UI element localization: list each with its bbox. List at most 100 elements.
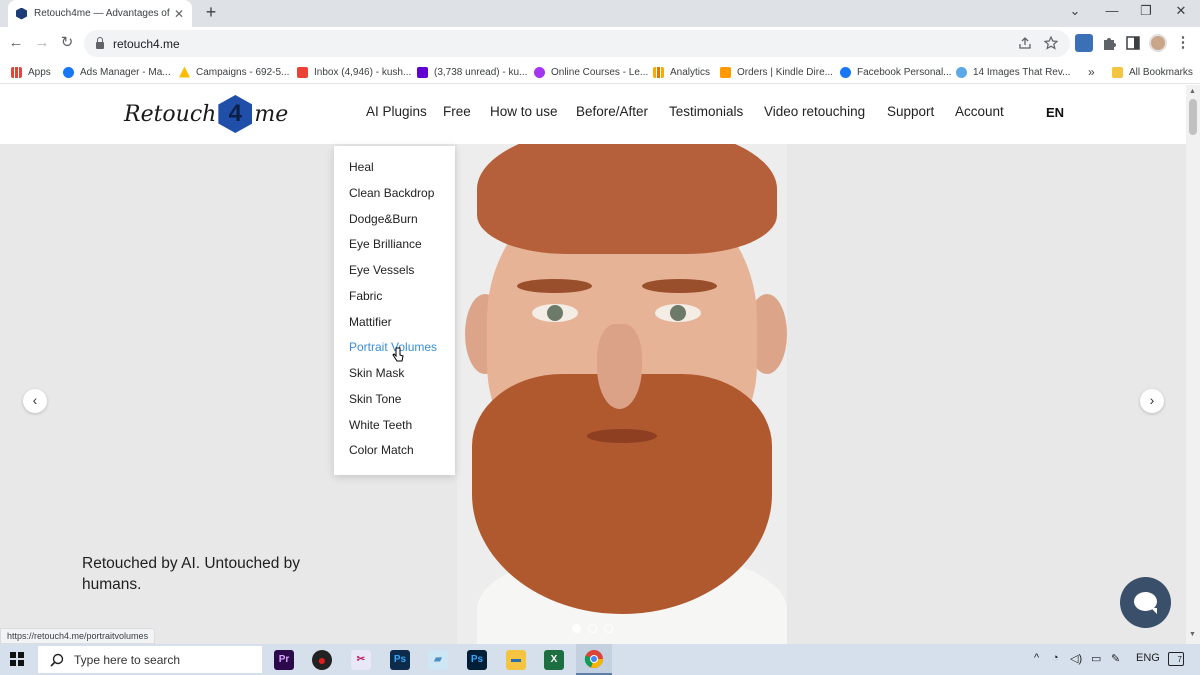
dropdown-item-skin-mask[interactable]: Skin Mask — [349, 366, 404, 380]
dropdown-item-fabric[interactable]: Fabric — [349, 289, 382, 303]
retouch4me-favicon-icon — [16, 7, 27, 20]
close-window-button[interactable]: ✕ — [1166, 3, 1196, 19]
nav-video-retouching[interactable]: Video retouching — [764, 104, 865, 119]
extension-icon[interactable] — [1075, 34, 1093, 52]
input-language[interactable]: ENG — [1136, 652, 1160, 664]
photoshop-2-icon[interactable]: Ps — [467, 650, 487, 670]
dropdown-item-white-teeth[interactable]: White Teeth — [349, 418, 412, 432]
dropdown-item-mattifier[interactable]: Mattifier — [349, 315, 392, 329]
bookmark-campaigns[interactable]: Campaigns - 692-5... — [179, 64, 289, 80]
bookmark-ads-manager[interactable]: Ads Manager - Ma... — [63, 64, 171, 80]
minimize-button[interactable]: — — [1097, 3, 1127, 18]
udemy-icon — [534, 66, 545, 78]
volume-icon[interactable]: ◁) — [1070, 652, 1082, 665]
dropdown-item-color-match[interactable]: Color Match — [349, 443, 414, 457]
nav-testimonials[interactable]: Testimonials — [669, 104, 743, 119]
back-button[interactable]: ← — [6, 34, 26, 54]
avatar[interactable] — [1149, 34, 1167, 52]
slider-dot-3[interactable] — [604, 624, 613, 633]
excel-icon[interactable]: X — [544, 650, 564, 670]
forward-button[interactable]: → — [32, 34, 52, 54]
url-text[interactable]: retouch4.me — [113, 37, 180, 51]
nav-free[interactable]: Free — [443, 104, 471, 119]
dropdown-item-skin-tone[interactable]: Skin Tone — [349, 392, 401, 406]
chrome-icon — [584, 650, 603, 669]
new-tab-button[interactable]: + — [200, 2, 222, 23]
retouch4me-logo[interactable]: Retouch 4 me — [124, 95, 288, 133]
scroll-up-icon[interactable]: ▲ — [1189, 88, 1196, 95]
dropdown-item-clean-backdrop[interactable]: Clean Backdrop — [349, 186, 434, 200]
bookmark-apps[interactable]: Apps — [11, 64, 51, 80]
language-selector[interactable]: EN — [1046, 105, 1064, 120]
recorder-icon[interactable]: ● — [312, 650, 332, 670]
nav-account[interactable]: Account — [955, 104, 1004, 119]
status-bar-url: https://retouch4.me/portraitvolumes — [0, 628, 156, 644]
slider-next-arrow-icon[interactable]: › — [1140, 389, 1164, 413]
folder-icon — [1112, 66, 1123, 78]
analytics-icon — [653, 66, 664, 78]
tray-overflow-chevron-icon[interactable]: ^ — [1034, 652, 1039, 664]
bookmarks-bar: Apps Ads Manager - Ma... Campaigns - 692… — [0, 60, 1200, 84]
bookmark-all-bookmarks[interactable]: All Bookmarks — [1112, 64, 1193, 80]
nav-how-to-use[interactable]: How to use — [490, 104, 558, 119]
file-explorer-icon[interactable]: ▬ — [506, 650, 526, 670]
star-icon[interactable] — [1044, 36, 1058, 50]
kebab-menu-icon[interactable]: ⋮ — [1173, 34, 1193, 54]
bookmark-facebook[interactable]: Facebook Personal... — [840, 64, 952, 80]
network-icon[interactable]: ◔ — [1052, 652, 1059, 664]
scrollbar-thumb[interactable] — [1189, 99, 1197, 135]
dropdown-item-eye-brilliance[interactable]: Eye Brilliance — [349, 237, 422, 251]
taskbar-search-box[interactable]: Type here to search — [38, 646, 262, 673]
chat-bubble-icon — [1134, 592, 1157, 614]
bookmark-kdp-orders[interactable]: Orders | Kindle Dire... — [720, 64, 833, 80]
bookmark-inbox[interactable]: Inbox (4,946) - kush... — [297, 64, 411, 80]
battery-icon[interactable]: ▭ — [1091, 652, 1101, 665]
tab-title: Retouch4me — Advantages of A — [34, 8, 170, 19]
logo-cube-icon: 4 — [218, 95, 253, 133]
bookmark-udemy[interactable]: Online Courses - Le... — [534, 64, 648, 80]
dropdown-item-dodge-burn[interactable]: Dodge&Burn — [349, 212, 418, 226]
puzzle-icon[interactable] — [1100, 34, 1118, 52]
snip-tool-icon[interactable]: ✂ — [351, 650, 371, 670]
maximize-button[interactable]: ❐ — [1131, 3, 1161, 19]
premiere-pro-icon[interactable]: Pr — [274, 650, 294, 670]
hero-tagline: Retouched by AI. Untouched by humans. — [82, 555, 301, 593]
tab-search-chevron-icon[interactable]: ⌄ — [1060, 3, 1090, 19]
photoshop-icon[interactable]: Ps — [390, 650, 410, 670]
scroll-down-icon[interactable]: ▼ — [1189, 631, 1196, 638]
tab-strip: Retouch4me — Advantages of A ✕ + ⌄ — ❐ ✕ — [0, 0, 1200, 27]
navigation-bar: ← → ↻ retouch4.me ⋮ — [0, 27, 1200, 60]
nav-support[interactable]: Support — [887, 104, 934, 119]
bookmark-analytics[interactable]: Analytics — [653, 64, 710, 80]
windows-start-icon[interactable] — [10, 652, 24, 666]
nav-ai-plugins[interactable]: AI Plugins — [366, 104, 427, 119]
pen-icon[interactable]: ✎ — [1111, 652, 1120, 665]
gmail-icon — [297, 66, 308, 78]
apps-grid-icon — [11, 66, 22, 78]
web-page: Retouch 4 me AI Plugins Free How to use … — [0, 85, 1186, 644]
dropdown-item-eye-vessels[interactable]: Eye Vessels — [349, 263, 414, 277]
notes-app-icon[interactable]: ▰ — [428, 650, 448, 670]
sidebar-icon[interactable] — [1124, 34, 1142, 52]
bookmark-14-images[interactable]: 14 Images That Rev... — [956, 64, 1070, 80]
slider-dot-1[interactable] — [572, 624, 581, 633]
page-scrollbar[interactable]: ▲ ▼ — [1186, 85, 1200, 644]
share-icon[interactable] — [1018, 36, 1032, 50]
windows-taskbar: Type here to search Pr ● ✂ Ps ▰ Ps ▬ X ^… — [0, 644, 1200, 675]
bookmarks-overflow-button[interactable]: » — [1088, 64, 1095, 80]
lock-icon[interactable] — [96, 36, 104, 49]
nav-before-after[interactable]: Before/After — [576, 104, 648, 119]
reload-button[interactable]: ↻ — [57, 34, 77, 54]
slider-dot-2[interactable] — [588, 624, 597, 633]
bookmark-yahoo-mail[interactable]: (3,738 unread) - ku... — [417, 64, 527, 80]
close-tab-icon[interactable]: ✕ — [174, 7, 184, 21]
slider-prev-arrow-icon[interactable]: ‹ — [23, 389, 47, 413]
address-bar[interactable]: retouch4.me — [84, 30, 1070, 57]
dropdown-item-heal[interactable]: Heal — [349, 160, 374, 174]
ai-plugins-dropdown: Heal Clean Backdrop Dodge&Burn Eye Brill… — [334, 146, 455, 475]
browser-tab[interactable]: Retouch4me — Advantages of A ✕ — [8, 0, 192, 27]
notifications-icon[interactable]: 7 — [1168, 652, 1184, 666]
chat-widget-button[interactable] — [1120, 577, 1171, 628]
chrome-taskbar-button[interactable] — [576, 644, 612, 675]
facebook-icon — [840, 66, 851, 78]
